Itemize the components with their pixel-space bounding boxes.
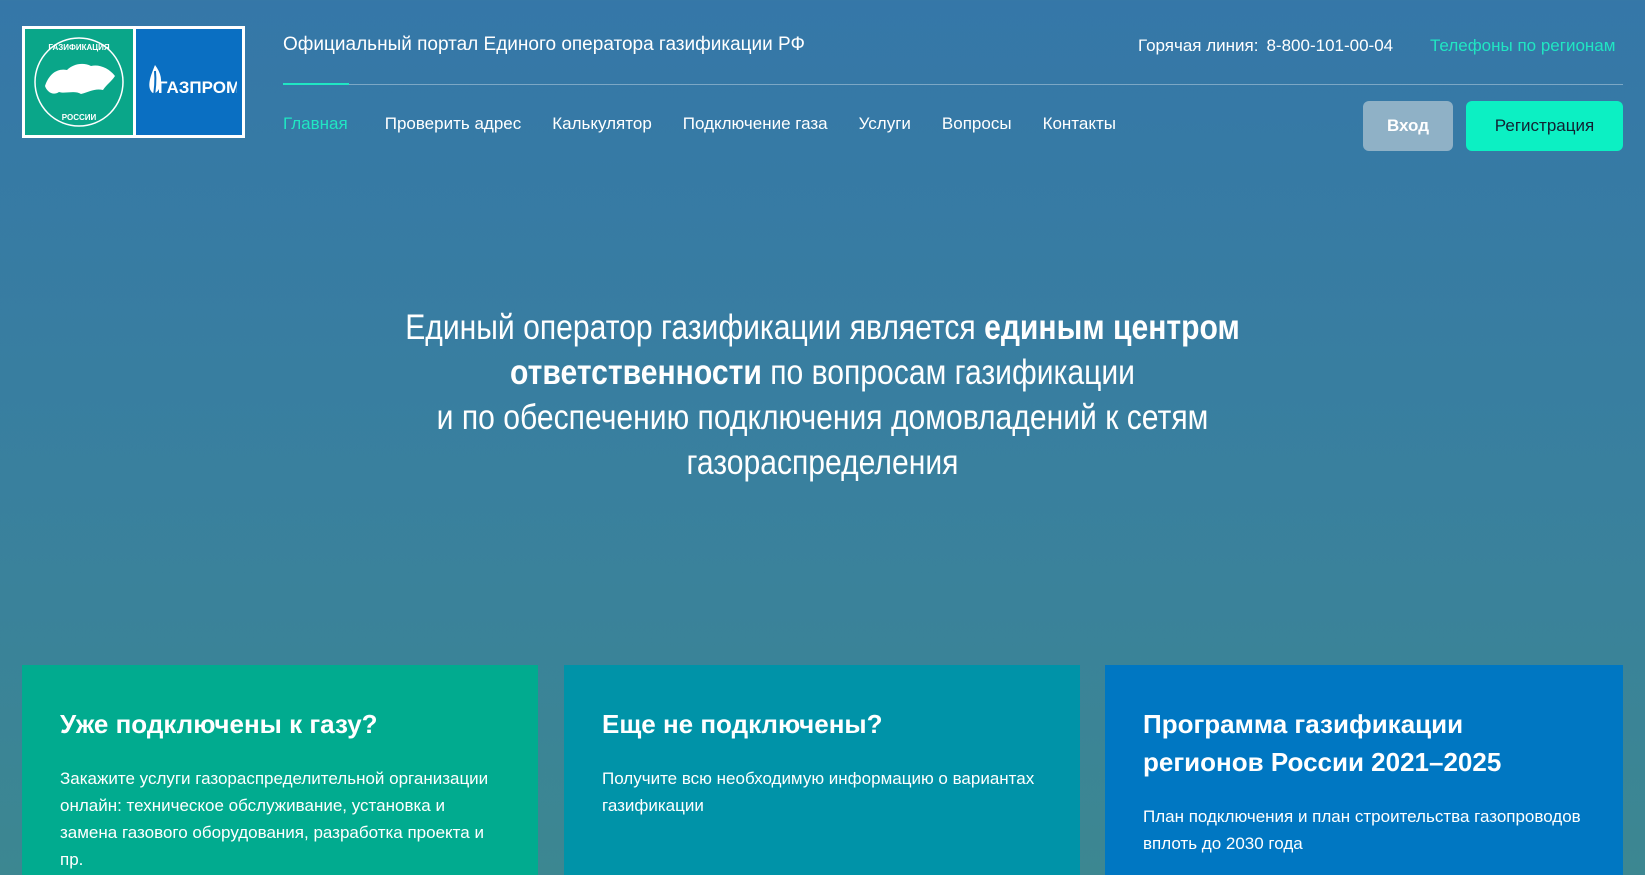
nav-item-questions[interactable]: Вопросы xyxy=(942,114,1012,134)
nav-item-contacts[interactable]: Контакты xyxy=(1043,114,1116,134)
hero-text-part2: по вопросам газификации xyxy=(761,353,1135,392)
hero-text-line3: и по обеспечению подключения домовладени… xyxy=(436,398,1209,482)
hotline: Горячая линия: 8-800-101-00-04 xyxy=(1138,36,1393,56)
card-not-connected[interactable]: Еще не подключены? Получите всю необходи… xyxy=(564,665,1080,875)
main-nav: Главная Проверить адрес Калькулятор Подк… xyxy=(283,114,1147,134)
nav-item-check-address[interactable]: Проверить адрес xyxy=(385,114,522,134)
card-already-connected[interactable]: Уже подключены к газу? Закажите услуги г… xyxy=(22,665,538,875)
card-title: Еще не подключены? xyxy=(602,709,883,739)
gasification-russia-logo: ГАЗИФИКАЦИЯ РОССИИ xyxy=(25,29,133,135)
gazprom-wordmark: ГАЗПРОМ xyxy=(158,78,237,97)
hotline-phone[interactable]: 8-800-101-00-04 xyxy=(1266,36,1393,56)
card-title: Уже подключены к газу? xyxy=(60,709,378,739)
card-text: Получите всю необходимую информацию о ва… xyxy=(602,769,1035,815)
nav-item-gas-connection[interactable]: Подключение газа xyxy=(683,114,828,134)
site-logo[interactable]: ГАЗИФИКАЦИЯ РОССИИ ГАЗПРОМ xyxy=(22,26,245,138)
active-nav-indicator xyxy=(283,83,349,85)
card-text: План подключения и план строительства га… xyxy=(1143,807,1581,853)
nav-item-calculator[interactable]: Калькулятор xyxy=(552,114,652,134)
nav-item-home[interactable]: Главная xyxy=(283,114,348,134)
svg-text:РОССИИ: РОССИИ xyxy=(62,113,97,122)
hotline-label: Горячая линия: xyxy=(1138,36,1259,55)
header-divider xyxy=(283,84,1623,85)
russia-map-emblem-icon: ГАЗИФИКАЦИЯ РОССИИ xyxy=(34,37,124,127)
nav-item-services[interactable]: Услуги xyxy=(859,114,911,134)
login-button[interactable]: Вход xyxy=(1363,101,1453,151)
portal-title: Официальный портал Единого оператора газ… xyxy=(283,34,805,55)
register-button[interactable]: Регистрация xyxy=(1466,101,1623,151)
regions-phones-link[interactable]: Телефоны по регионам xyxy=(1430,36,1615,56)
hero-statement: Единый оператор газификации является еди… xyxy=(373,305,1272,485)
svg-text:ГАЗИФИКАЦИЯ: ГАЗИФИКАЦИЯ xyxy=(48,43,109,52)
card-gasification-program[interactable]: Программа газификации регионов России 20… xyxy=(1105,665,1623,875)
card-text: Закажите услуги газораспределительной ор… xyxy=(60,769,489,869)
gazprom-logo: ГАЗПРОМ xyxy=(136,29,242,135)
card-title: Программа газификации регионов России 20… xyxy=(1143,709,1502,777)
hero-text-part1: Единый оператор газификации является xyxy=(405,308,985,347)
gazprom-flame-icon: ГАЗПРОМ xyxy=(149,65,237,102)
